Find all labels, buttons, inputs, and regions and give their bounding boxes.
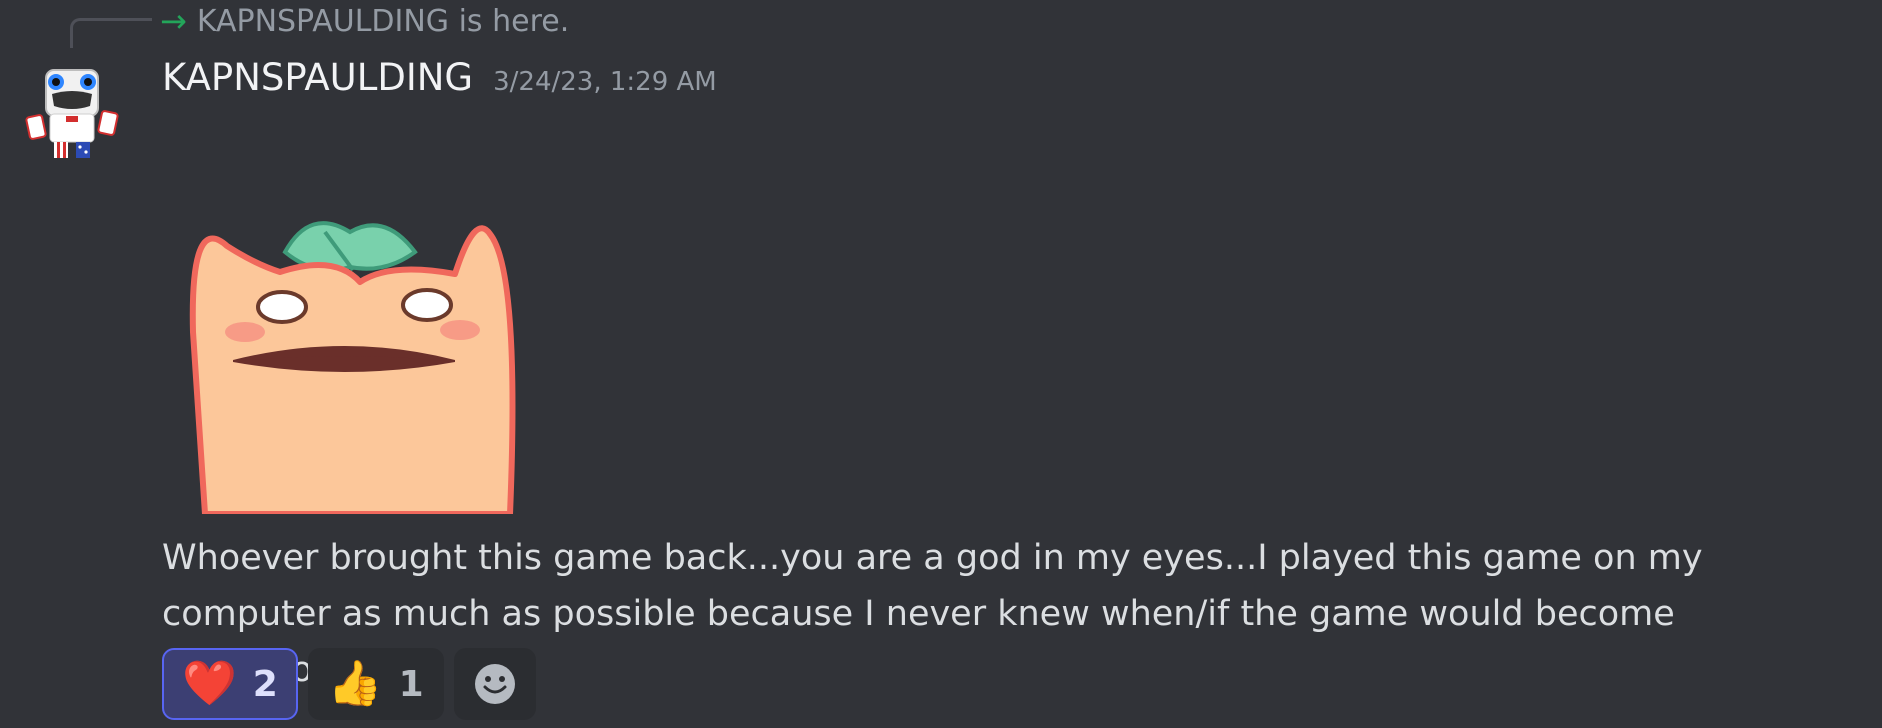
avatar-robot-icon xyxy=(25,69,119,158)
reaction-count: 1 xyxy=(398,663,424,705)
message-header: KAPNSPAULDING 3/24/23, 1:29 AM xyxy=(162,56,717,104)
reaction-count: 2 xyxy=(252,663,278,705)
add-reaction-button[interactable] xyxy=(453,648,536,720)
peach-sticker[interactable] xyxy=(185,212,545,514)
avatar[interactable] xyxy=(20,60,122,162)
thumbs-up-icon: 👍 xyxy=(327,658,383,709)
timestamp[interactable]: 3/24/23, 1:29 AM xyxy=(493,67,717,97)
peach-sticker-image xyxy=(189,221,516,514)
username[interactable]: KAPNSPAULDING xyxy=(162,56,473,99)
reply-connector-line xyxy=(70,18,152,48)
heart-icon: ❤️ xyxy=(182,658,237,709)
reaction-thumbs-up[interactable]: 👍 1 xyxy=(307,648,444,720)
join-notice-text: KAPNSPAULDING is here. xyxy=(196,3,570,39)
smiley-icon xyxy=(474,664,515,704)
arrow-right-icon: → xyxy=(160,2,187,40)
reactions-bar: ❤️ 2 👍 1 xyxy=(162,648,536,720)
reaction-heart[interactable]: ❤️ 2 xyxy=(162,648,298,720)
join-notice: → KAPNSPAULDING is here. xyxy=(160,2,570,40)
